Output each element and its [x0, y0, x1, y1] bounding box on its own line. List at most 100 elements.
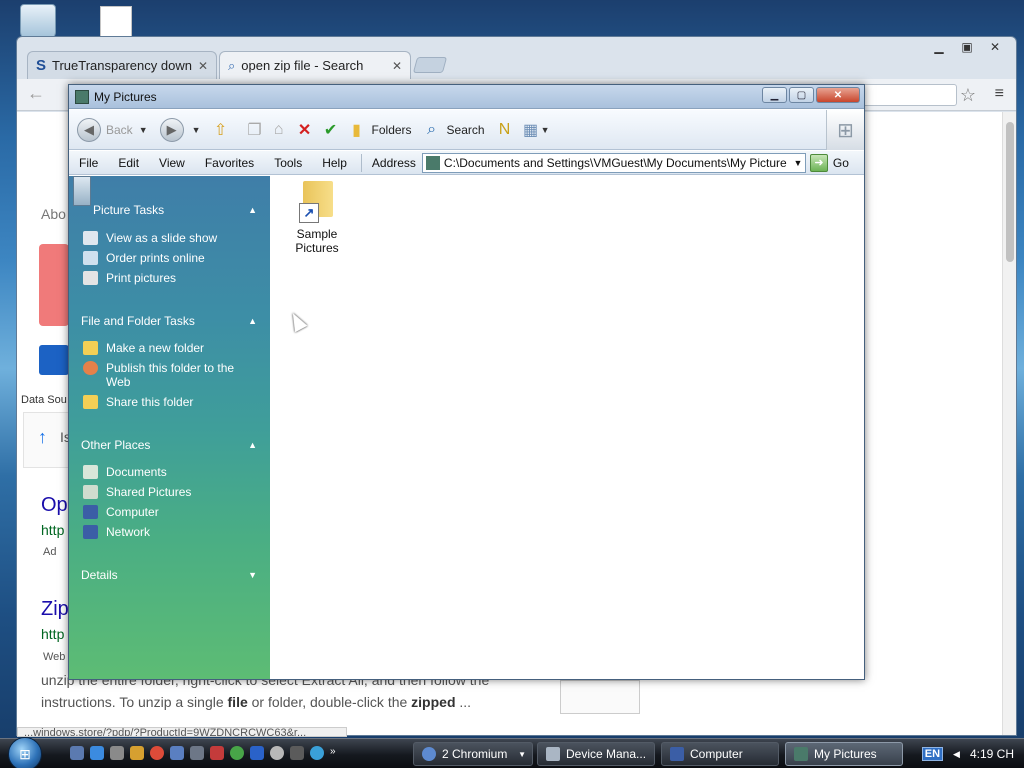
forward-button[interactable]: ▶ — [159, 117, 184, 142]
folders-button[interactable]: ▮ Folders — [347, 120, 411, 140]
address-field[interactable]: C:\Documents and Settings\VMGuest\My Doc… — [421, 152, 806, 173]
go-button[interactable]: ➜ Go — [809, 153, 849, 172]
recycle-bin-icon[interactable] — [20, 4, 56, 40]
start-button[interactable]: ⊞ — [8, 737, 42, 768]
collapse-chevron-icon[interactable]: ▲ — [248, 440, 257, 450]
forward-dropdown-icon[interactable]: ▼ — [192, 125, 201, 135]
expand-chevron-icon[interactable]: ▼ — [248, 570, 257, 580]
taskbar-my-pictures[interactable]: My Pictures — [785, 742, 903, 766]
search-button[interactable]: ⌕ Search — [422, 120, 485, 140]
delete-icon[interactable]: ✕ — [295, 120, 315, 140]
messenger-icon[interactable] — [310, 746, 324, 760]
up-folder-icon[interactable]: ⇧ — [211, 120, 231, 140]
place-computer[interactable]: Computer — [83, 505, 259, 519]
views-icon[interactable]: ▦ — [521, 120, 541, 140]
clock[interactable]: 4:19 CH — [970, 747, 1014, 761]
task-slideshow[interactable]: View as a slide show — [83, 231, 259, 245]
details-header[interactable]: Details ▼ — [81, 568, 257, 582]
taskbar-device-manager[interactable]: Device Mana... — [537, 742, 655, 766]
app-tile-blue[interactable] — [39, 345, 69, 375]
app-icon[interactable] — [210, 746, 224, 760]
close-tab-icon[interactable]: ✕ — [392, 59, 402, 73]
go-label: Go — [832, 155, 849, 170]
close-button[interactable]: ✕ — [816, 87, 860, 103]
address-dropdown-icon[interactable]: ▼ — [791, 158, 805, 168]
close-icon[interactable]: ✕ — [984, 39, 1006, 55]
picture-tasks-icon — [73, 176, 91, 206]
copy-to-icon[interactable]: ❐ — [245, 120, 265, 140]
result-title-fragment[interactable]: Zip — [41, 598, 69, 621]
app-tile-red[interactable] — [39, 244, 69, 326]
show-desktop-icon[interactable] — [70, 746, 84, 760]
app-icon[interactable] — [170, 746, 184, 760]
tab-truetransparency[interactable]: S TrueTransparency downlo ✕ — [27, 51, 217, 79]
menu-file[interactable]: File — [69, 156, 108, 170]
minimize-icon[interactable]: ▁ — [928, 39, 950, 55]
scrollbar-thumb[interactable] — [1006, 122, 1014, 262]
menu-edit[interactable]: Edit — [108, 156, 149, 170]
result-title-fragment[interactable]: Op — [41, 494, 68, 517]
task-new-folder[interactable]: Make a new folder — [83, 341, 259, 355]
app-icon[interactable] — [290, 746, 304, 760]
menu-view[interactable]: View — [149, 156, 195, 170]
folder-sample-pictures[interactable]: ↗ Sample Pictures — [275, 181, 359, 255]
app-icon[interactable] — [250, 746, 264, 760]
tab-label: TrueTransparency downlo — [52, 58, 192, 73]
page-scrollbar[interactable] — [1002, 112, 1016, 735]
task-print[interactable]: Print pictures — [83, 271, 259, 285]
norton-icon[interactable]: N — [495, 120, 515, 140]
task-order-prints[interactable]: Order prints online — [83, 251, 259, 265]
picture-tasks-header[interactable]: Picture Tasks ▲ — [93, 203, 257, 217]
taskbar-computer[interactable]: Computer — [661, 742, 779, 766]
result-thumbnail[interactable] — [560, 680, 640, 714]
taskbar-chromium[interactable]: 2 Chromium ▼ — [413, 742, 533, 766]
properties-icon[interactable]: ✔ — [321, 120, 341, 140]
task-publish-web[interactable]: Publish this folder to the Web — [83, 361, 259, 389]
result-url-fragment[interactable]: http — [41, 626, 64, 642]
folder-shortcut-icon: ↗ — [299, 181, 335, 223]
menu-separator — [360, 153, 362, 172]
place-shared-pictures[interactable]: Shared Pictures — [83, 485, 259, 499]
menu-tools[interactable]: Tools — [264, 156, 312, 170]
collapse-chevron-icon[interactable]: ▲ — [248, 205, 257, 215]
views-dropdown-icon[interactable]: ▼ — [541, 125, 550, 135]
other-places-header[interactable]: Other Places ▲ — [81, 438, 257, 452]
title-bar[interactable]: My Pictures ▁ ▢ ✕ — [69, 85, 864, 109]
maximize-button[interactable]: ▢ — [789, 87, 814, 103]
collapse-chevron-icon[interactable]: ▲ — [248, 316, 257, 326]
device-manager-icon — [546, 747, 560, 761]
chromium-icon — [422, 747, 436, 761]
gear-icon[interactable] — [270, 746, 284, 760]
tool-icon[interactable] — [110, 746, 124, 760]
new-tab-button[interactable] — [412, 57, 448, 73]
window-title: My Pictures — [94, 89, 157, 104]
app-icon[interactable] — [230, 746, 244, 760]
overflow-icon[interactable]: » — [330, 746, 338, 760]
keyboard-icon[interactable] — [190, 746, 204, 760]
close-tab-icon[interactable]: ✕ — [198, 59, 208, 73]
place-label: Computer — [106, 505, 159, 519]
menu-favorites[interactable]: Favorites — [195, 156, 264, 170]
ie-icon[interactable] — [90, 746, 104, 760]
app-icon[interactable] — [130, 746, 144, 760]
place-documents[interactable]: Documents — [83, 465, 259, 479]
minimize-button[interactable]: ▁ — [762, 87, 787, 103]
back-dropdown-icon[interactable]: ▼ — [139, 125, 148, 135]
back-arrow-icon[interactable]: ← — [27, 83, 45, 104]
tab-search[interactable]: ⌕ open zip file - Search ✕ — [219, 51, 411, 79]
menu-icon[interactable]: ≡ — [995, 85, 1004, 103]
chrome-icon[interactable] — [150, 746, 164, 760]
move-to-icon[interactable]: ⌂ — [269, 120, 289, 140]
result-url-fragment[interactable]: http — [41, 522, 64, 538]
documents-icon — [83, 465, 98, 479]
star-icon[interactable]: ☆ — [960, 85, 976, 106]
file-list[interactable]: ↗ Sample Pictures — [271, 176, 863, 679]
language-indicator[interactable]: EN — [921, 747, 944, 761]
maximize-icon[interactable]: ▣ — [956, 39, 978, 55]
task-share-folder[interactable]: Share this folder — [83, 395, 259, 409]
file-folder-tasks-header[interactable]: File and Folder Tasks ▲ — [81, 314, 257, 328]
tray-arrow-icon[interactable]: ◀ — [953, 749, 960, 760]
back-button[interactable]: ◀ Back — [77, 117, 133, 142]
menu-help[interactable]: Help — [312, 156, 357, 170]
place-network[interactable]: Network — [83, 525, 259, 539]
